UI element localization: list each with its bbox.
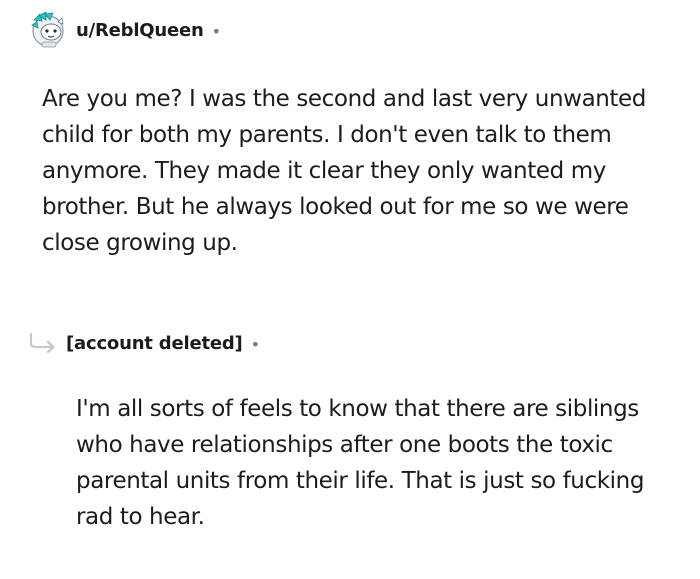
comment-body: Are you me? I was the second and last ve… bbox=[42, 86, 647, 256]
comment-header: u/ReblQueen • bbox=[28, 10, 221, 50]
reply-body: I'm all sorts of feels to know that ther… bbox=[76, 396, 645, 530]
snoo-avatar-icon[interactable] bbox=[28, 10, 68, 50]
meta-separator: • bbox=[250, 334, 261, 354]
comment-author-username[interactable]: u/ReblQueen bbox=[76, 20, 204, 41]
meta-separator: • bbox=[211, 21, 222, 41]
reply-author-username: [account deleted] bbox=[66, 332, 243, 354]
reply-header: [account deleted] • bbox=[28, 326, 260, 360]
reply-arrow-icon bbox=[29, 332, 55, 354]
